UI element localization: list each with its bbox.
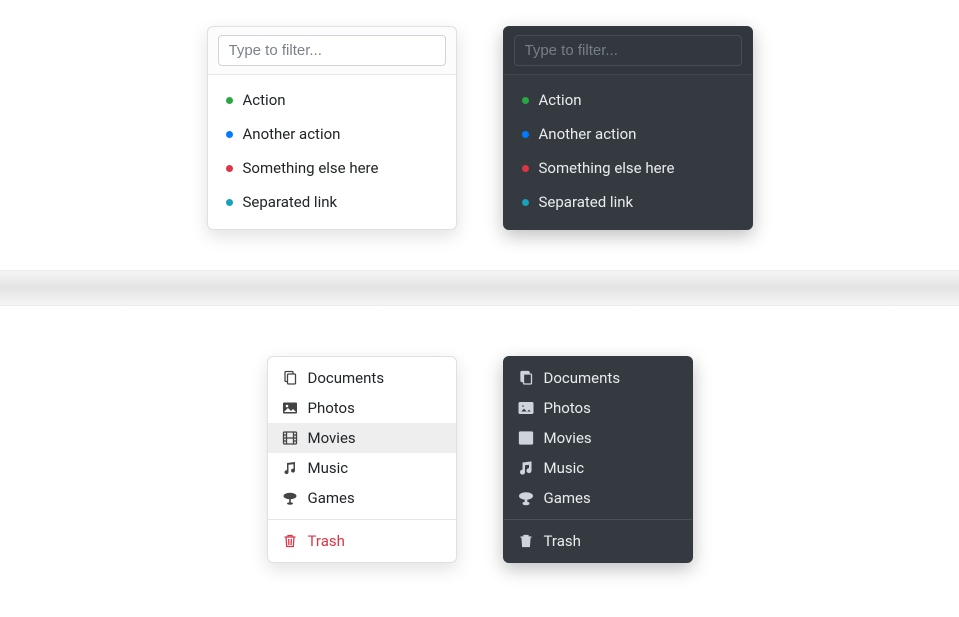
- filter-dropdown-dark: Action Another action Something else her…: [503, 26, 753, 230]
- menu-item-games[interactable]: Games: [268, 483, 456, 513]
- menu-item-label: Movies: [308, 429, 356, 447]
- image-icon: [518, 400, 534, 416]
- dropdown-item-action[interactable]: Action: [504, 83, 752, 117]
- film-icon: [282, 430, 298, 446]
- dropdown-item-label: Something else here: [539, 159, 675, 177]
- menu-separator: [504, 519, 692, 520]
- menu-item-label: Documents: [308, 369, 385, 387]
- dropdown-item-separated-link[interactable]: Separated link: [208, 185, 456, 219]
- menu-item-label: Games: [308, 489, 355, 507]
- filter-dropdown-header: [208, 27, 456, 75]
- dropdown-item-action[interactable]: Action: [208, 83, 456, 117]
- status-dot-icon: [522, 131, 529, 138]
- menu-item-music[interactable]: Music: [268, 453, 456, 483]
- filter-dropdown-list: Action Another action Something else her…: [208, 75, 456, 229]
- menu-separator: [268, 519, 456, 520]
- dropdown-item-label: Something else here: [243, 159, 379, 177]
- copy-icon: [282, 370, 298, 386]
- menu-item-label: Music: [308, 459, 349, 477]
- image-icon: [282, 400, 298, 416]
- menu-item-trash[interactable]: Trash: [268, 526, 456, 556]
- section-divider: [0, 270, 959, 306]
- filter-dropdown-list: Action Another action Something else her…: [504, 75, 752, 229]
- dropdown-item-another-action[interactable]: Another action: [504, 117, 752, 151]
- menu-item-documents[interactable]: Documents: [268, 363, 456, 393]
- gamepad-icon: [282, 490, 298, 506]
- dropdown-item-label: Another action: [539, 125, 637, 143]
- icon-menu-light: Documents Photos Movies Music Games: [267, 356, 457, 563]
- menu-item-photos[interactable]: Photos: [268, 393, 456, 423]
- menu-item-label: Photos: [544, 399, 591, 417]
- filter-dropdown-section: Action Another action Something else her…: [0, 0, 959, 270]
- film-icon: [518, 430, 534, 446]
- icon-menu-section: Documents Photos Movies Music Games: [0, 306, 959, 613]
- filter-dropdown-header: [504, 27, 752, 75]
- dropdown-item-label: Separated link: [243, 193, 338, 211]
- menu-item-label: Music: [544, 459, 585, 477]
- music-icon: [518, 460, 534, 476]
- status-dot-icon: [522, 97, 529, 104]
- dropdown-item-something-else[interactable]: Something else here: [208, 151, 456, 185]
- menu-item-movies[interactable]: Movies: [268, 423, 456, 453]
- dropdown-item-label: Action: [539, 91, 582, 109]
- trash-icon: [518, 533, 534, 549]
- status-dot-icon: [226, 97, 233, 104]
- menu-item-label: Trash: [544, 532, 581, 550]
- menu-item-label: Documents: [544, 369, 621, 387]
- status-dot-icon: [226, 165, 233, 172]
- menu-item-label: Movies: [544, 429, 592, 447]
- icon-menu-dark: Documents Photos Movies Music Games: [503, 356, 693, 563]
- filter-input[interactable]: [514, 35, 742, 66]
- menu-item-music[interactable]: Music: [504, 453, 692, 483]
- copy-icon: [518, 370, 534, 386]
- status-dot-icon: [522, 199, 529, 206]
- trash-icon: [282, 533, 298, 549]
- gamepad-icon: [518, 490, 534, 506]
- music-icon: [282, 460, 298, 476]
- filter-input[interactable]: [218, 35, 446, 66]
- dropdown-item-something-else[interactable]: Something else here: [504, 151, 752, 185]
- dropdown-item-label: Separated link: [539, 193, 634, 211]
- dropdown-item-another-action[interactable]: Another action: [208, 117, 456, 151]
- menu-item-label: Trash: [308, 532, 345, 550]
- menu-item-label: Photos: [308, 399, 355, 417]
- menu-item-photos[interactable]: Photos: [504, 393, 692, 423]
- status-dot-icon: [226, 199, 233, 206]
- status-dot-icon: [522, 165, 529, 172]
- menu-item-games[interactable]: Games: [504, 483, 692, 513]
- menu-item-movies[interactable]: Movies: [504, 423, 692, 453]
- filter-dropdown-light: Action Another action Something else her…: [207, 26, 457, 230]
- dropdown-item-label: Action: [243, 91, 286, 109]
- status-dot-icon: [226, 131, 233, 138]
- menu-item-trash[interactable]: Trash: [504, 526, 692, 556]
- dropdown-item-label: Another action: [243, 125, 341, 143]
- menu-item-documents[interactable]: Documents: [504, 363, 692, 393]
- menu-item-label: Games: [544, 489, 591, 507]
- dropdown-item-separated-link[interactable]: Separated link: [504, 185, 752, 219]
